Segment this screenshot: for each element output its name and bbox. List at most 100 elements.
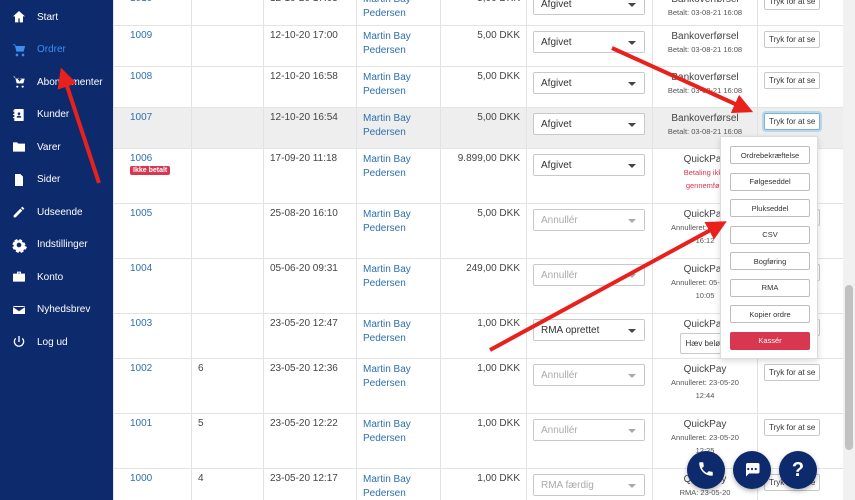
- phone-icon: [697, 460, 715, 481]
- page-scrollbar[interactable]: [843, 0, 855, 500]
- print-dropdown-menu: Ordrebekræftelse Følgeseddel Plukseddel CSV…: [720, 136, 818, 359]
- order-id-link[interactable]: 1001: [130, 418, 152, 429]
- customer-link[interactable]: Martin BayPedersen: [363, 154, 411, 179]
- payment-method: Bankoverførsel: [671, 113, 739, 124]
- sidebar-item-ordrer[interactable]: Ordrer: [0, 34, 113, 67]
- order-id-link[interactable]: 1009: [130, 30, 152, 41]
- order-id-link[interactable]: 1005: [130, 208, 152, 219]
- customer-link[interactable]: Martin BayPedersen: [363, 209, 411, 234]
- sidebar-item-varer[interactable]: Varer: [0, 131, 113, 164]
- customer-link[interactable]: Martin BayPedersen: [363, 419, 411, 444]
- cart-plus-icon: [10, 73, 28, 91]
- customer-link[interactable]: Martin BayPedersen: [363, 319, 411, 344]
- order-id-link[interactable]: 1004: [130, 263, 152, 274]
- order-status-select[interactable]: RMA færdig: [533, 474, 645, 496]
- customer-link[interactable]: Martin BayPedersen: [363, 72, 411, 97]
- sidebar-item-label: Log ud: [37, 336, 68, 348]
- sidebar-item-log-ud[interactable]: Log ud: [0, 326, 113, 359]
- print-menu-item-ordrebekræftelse[interactable]: Ordrebekræftelse: [730, 146, 810, 164]
- payment-method: QuickPay: [683, 419, 727, 430]
- order-date: 17-09-20 11:18: [270, 153, 338, 164]
- sidebar-item-nyhedsbrev[interactable]: Nyhedsbrev: [0, 294, 113, 327]
- order-amount: 249,00 DKK: [466, 263, 520, 274]
- print-button[interactable]: Tryk for at se: [764, 364, 821, 381]
- print-menu-item-bogføring[interactable]: Bogføring: [730, 252, 810, 270]
- help-button[interactable]: ?: [779, 451, 817, 489]
- payment-info: BankoverførselBetalt: 03-08-21 16:08: [659, 0, 751, 19]
- order-id-link[interactable]: 1002: [130, 363, 152, 374]
- order-status-select[interactable]: Afgivet: [533, 113, 645, 135]
- payment-detail: Betalt: 03-08-21 16:08: [667, 8, 743, 17]
- sidebar-item-udseende[interactable]: Udseende: [0, 196, 113, 229]
- address-book-icon: [10, 106, 28, 124]
- chat-icon: [743, 460, 761, 481]
- sidebar-item-label: Start: [37, 11, 59, 23]
- sidebar-item-label: Ordrer: [37, 44, 66, 56]
- order-id-link[interactable]: 1003: [130, 318, 152, 329]
- order-date: 23-05-20 12:47: [270, 318, 338, 329]
- order-amount: 1,00 DKK: [477, 363, 520, 374]
- print-menu-item-rma[interactable]: RMA: [730, 278, 810, 297]
- order-id-link[interactable]: 1007: [130, 112, 152, 123]
- order-amount: 5,00 DKK: [477, 30, 520, 41]
- order-status-select[interactable]: Afgivet: [533, 154, 645, 176]
- sidebar-item-start[interactable]: Start: [0, 1, 113, 34]
- order-amount: 9.899,00 DKK: [457, 153, 520, 164]
- payment-info: BankoverførselBetalt: 03-08-21 16:08: [659, 30, 751, 56]
- gear-icon: [10, 236, 28, 254]
- order-id-link[interactable]: 1008: [130, 71, 152, 82]
- table-row: 1002 6 23-05-20 12:36 Martin Bay Pedersen 1,0…: [113, 358, 843, 414]
- sidebar-item-abonnementer[interactable]: Abonnementer: [0, 66, 113, 99]
- payment-method: QuickPay: [683, 364, 727, 375]
- print-button[interactable]: Tryk for at se: [764, 31, 821, 48]
- cart-icon: [10, 41, 28, 59]
- payment-detail: Betalt: 03-08-21 16:08: [667, 45, 743, 54]
- customer-link[interactable]: Martin BayPedersen: [363, 113, 411, 138]
- sidebar-item-kunder[interactable]: Kunder: [0, 99, 113, 132]
- order-date: 12-10-20 16:58: [270, 71, 338, 82]
- print-menu-item-følgeseddel[interactable]: Følgeseddel: [730, 172, 810, 191]
- order-status-select[interactable]: Annullér: [533, 209, 645, 231]
- sidebar-item-sider[interactable]: Sider: [0, 164, 113, 197]
- order-id-link[interactable]: 1010: [130, 0, 152, 4]
- order-amount: 5,00 DKK: [477, 71, 520, 82]
- order-status-select[interactable]: Afgivet: [533, 31, 645, 53]
- sidebar-item-indstillinger[interactable]: Indstillinger: [0, 229, 113, 262]
- order-id-link[interactable]: 1000: [130, 473, 152, 484]
- print-menu-item-csv[interactable]: CSV: [730, 225, 810, 244]
- customer-link[interactable]: Martin BayPedersen: [363, 0, 411, 19]
- sidebar-item-label: Nyhedsbrev: [37, 304, 91, 316]
- print-menu-item-kopier-ordre[interactable]: Kopier ordre: [730, 305, 810, 323]
- customer-link[interactable]: Martin BayPedersen: [363, 31, 411, 56]
- chat-button[interactable]: [733, 451, 771, 489]
- print-button[interactable]: Tryk for at se: [764, 113, 821, 130]
- order-status-select[interactable]: Afgivet: [533, 0, 645, 15]
- order-status-select[interactable]: Annullér: [533, 419, 645, 441]
- print-menu-item-kass-r[interactable]: Kassér: [730, 331, 810, 350]
- table-row: 1010 12-10-20 17:05 Martin BayPedersen 5,00…: [113, 0, 843, 26]
- print-button[interactable]: Tryk for at se: [764, 0, 821, 10]
- phone-button[interactable]: [687, 451, 725, 489]
- pencil-icon: [10, 203, 28, 221]
- sidebar-item-konto[interactable]: Konto: [0, 261, 113, 294]
- customer-link[interactable]: Martin BayPedersen: [363, 474, 411, 499]
- folder-icon: [10, 138, 28, 156]
- payment-info: BankoverførselBetalt: 03-08-21 16:08: [659, 71, 751, 97]
- briefcase-icon: [10, 268, 28, 286]
- order-status-select[interactable]: Afgivet: [533, 72, 645, 94]
- order-status-select[interactable]: RMA oprettet: [533, 319, 645, 341]
- order-status-select[interactable]: Annullér: [533, 264, 645, 286]
- print-button[interactable]: Tryk for at se: [764, 419, 821, 436]
- payment-detail: 12:44: [695, 391, 715, 400]
- invoice-number: 5: [198, 418, 204, 429]
- order-id-link[interactable]: 1006: [130, 153, 152, 164]
- customer-link[interactable]: Martin BayPedersen: [363, 364, 411, 389]
- print-menu-item-plukseddel[interactable]: Plukseddel: [730, 199, 810, 217]
- print-button[interactable]: Tryk for at se: [764, 72, 821, 89]
- order-date: 23-05-20 12:36: [270, 363, 338, 374]
- customer-link[interactable]: Martin BayPedersen: [363, 264, 411, 289]
- order-status-select[interactable]: Annullér: [533, 364, 645, 386]
- scrollbar-thumb[interactable]: [845, 285, 853, 450]
- invoice-number: 6: [198, 363, 204, 374]
- order-date: 23-05-20 12:17: [270, 473, 338, 484]
